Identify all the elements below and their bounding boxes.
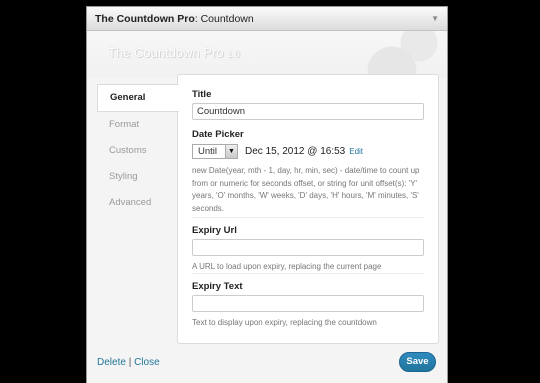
tab-styling[interactable]: Styling — [97, 164, 178, 190]
plugin-heading: The Countdown Pro 1.0 — [108, 45, 240, 60]
expiry-text-hint: Text to display upon expiry, replacing t… — [192, 318, 377, 327]
date-picker-row: Until ▼ Dec 15, 2012 @ 16:53 Edit — [192, 143, 424, 160]
widget-title-name: The Countdown Pro — [95, 13, 195, 25]
tab-format[interactable]: Format — [97, 112, 178, 138]
date-picker-hint: new Date(year, mth - 1, day, hr, min, se… — [192, 166, 420, 213]
expiry-url-label: Expiry Url — [192, 225, 237, 236]
plugin-name: The Countdown Pro — [108, 45, 224, 60]
tab-customs[interactable]: Customs — [97, 138, 178, 164]
delete-link[interactable]: Delete — [97, 357, 126, 368]
date-picker-label: Date Picker — [192, 129, 244, 140]
expiry-url-hint: A URL to load upon expiry, replacing the… — [192, 262, 382, 271]
settings-sidebar: General Format Customs Styling Advanced — [97, 84, 179, 216]
save-button[interactable]: Save — [399, 352, 436, 372]
tab-advanced[interactable]: Advanced — [97, 190, 178, 216]
title-field: Title Countdown — [192, 89, 424, 120]
count-mode-select[interactable]: Until ▼ — [192, 144, 238, 159]
plugin-version: 1.0 — [227, 49, 240, 59]
widget-titlebar[interactable]: The Countdown Pro: Countdown ▼ — [87, 7, 447, 31]
link-separator: | — [128, 357, 132, 368]
expiry-text-input[interactable] — [192, 295, 424, 312]
title-label: Title — [192, 89, 212, 100]
widget-control-links: Delete | Close — [97, 357, 160, 368]
general-panel: Title Countdown Date Picker Until ▼ Dec … — [177, 74, 439, 344]
triangle-down-icon[interactable]: ▼ — [431, 14, 439, 23]
title-input[interactable]: Countdown — [192, 103, 424, 120]
chevron-down-icon[interactable]: ▼ — [225, 145, 237, 158]
expiry-text-label: Expiry Text — [192, 281, 243, 292]
expiry-text-field: Expiry Text Text to display upon expiry,… — [192, 281, 424, 330]
widget-window: The Countdown Pro: Countdown ▼ The Count… — [86, 6, 448, 383]
widget-title-instance: : Countdown — [194, 13, 254, 25]
divider — [192, 217, 424, 218]
date-picker-field: Date Picker Until ▼ Dec 15, 2012 @ 16:53… — [192, 129, 424, 215]
expiry-url-input[interactable] — [192, 239, 424, 256]
plugin-banner: The Countdown Pro 1.0 — [87, 31, 447, 77]
expiry-url-field: Expiry Url A URL to load upon expiry, re… — [192, 225, 424, 274]
edit-date-link[interactable]: Edit — [349, 147, 363, 156]
count-mode-value: Until — [198, 146, 218, 157]
close-link[interactable]: Close — [134, 357, 160, 368]
tab-general[interactable]: General — [97, 84, 179, 112]
divider — [192, 273, 424, 274]
date-value: Dec 15, 2012 @ 16:53 — [245, 146, 346, 157]
